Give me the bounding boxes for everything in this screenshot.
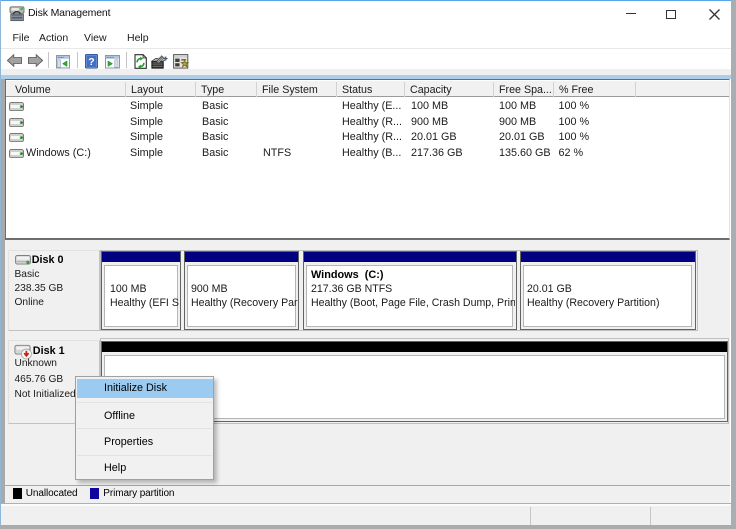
svg-text:?: ? — [88, 56, 94, 68]
